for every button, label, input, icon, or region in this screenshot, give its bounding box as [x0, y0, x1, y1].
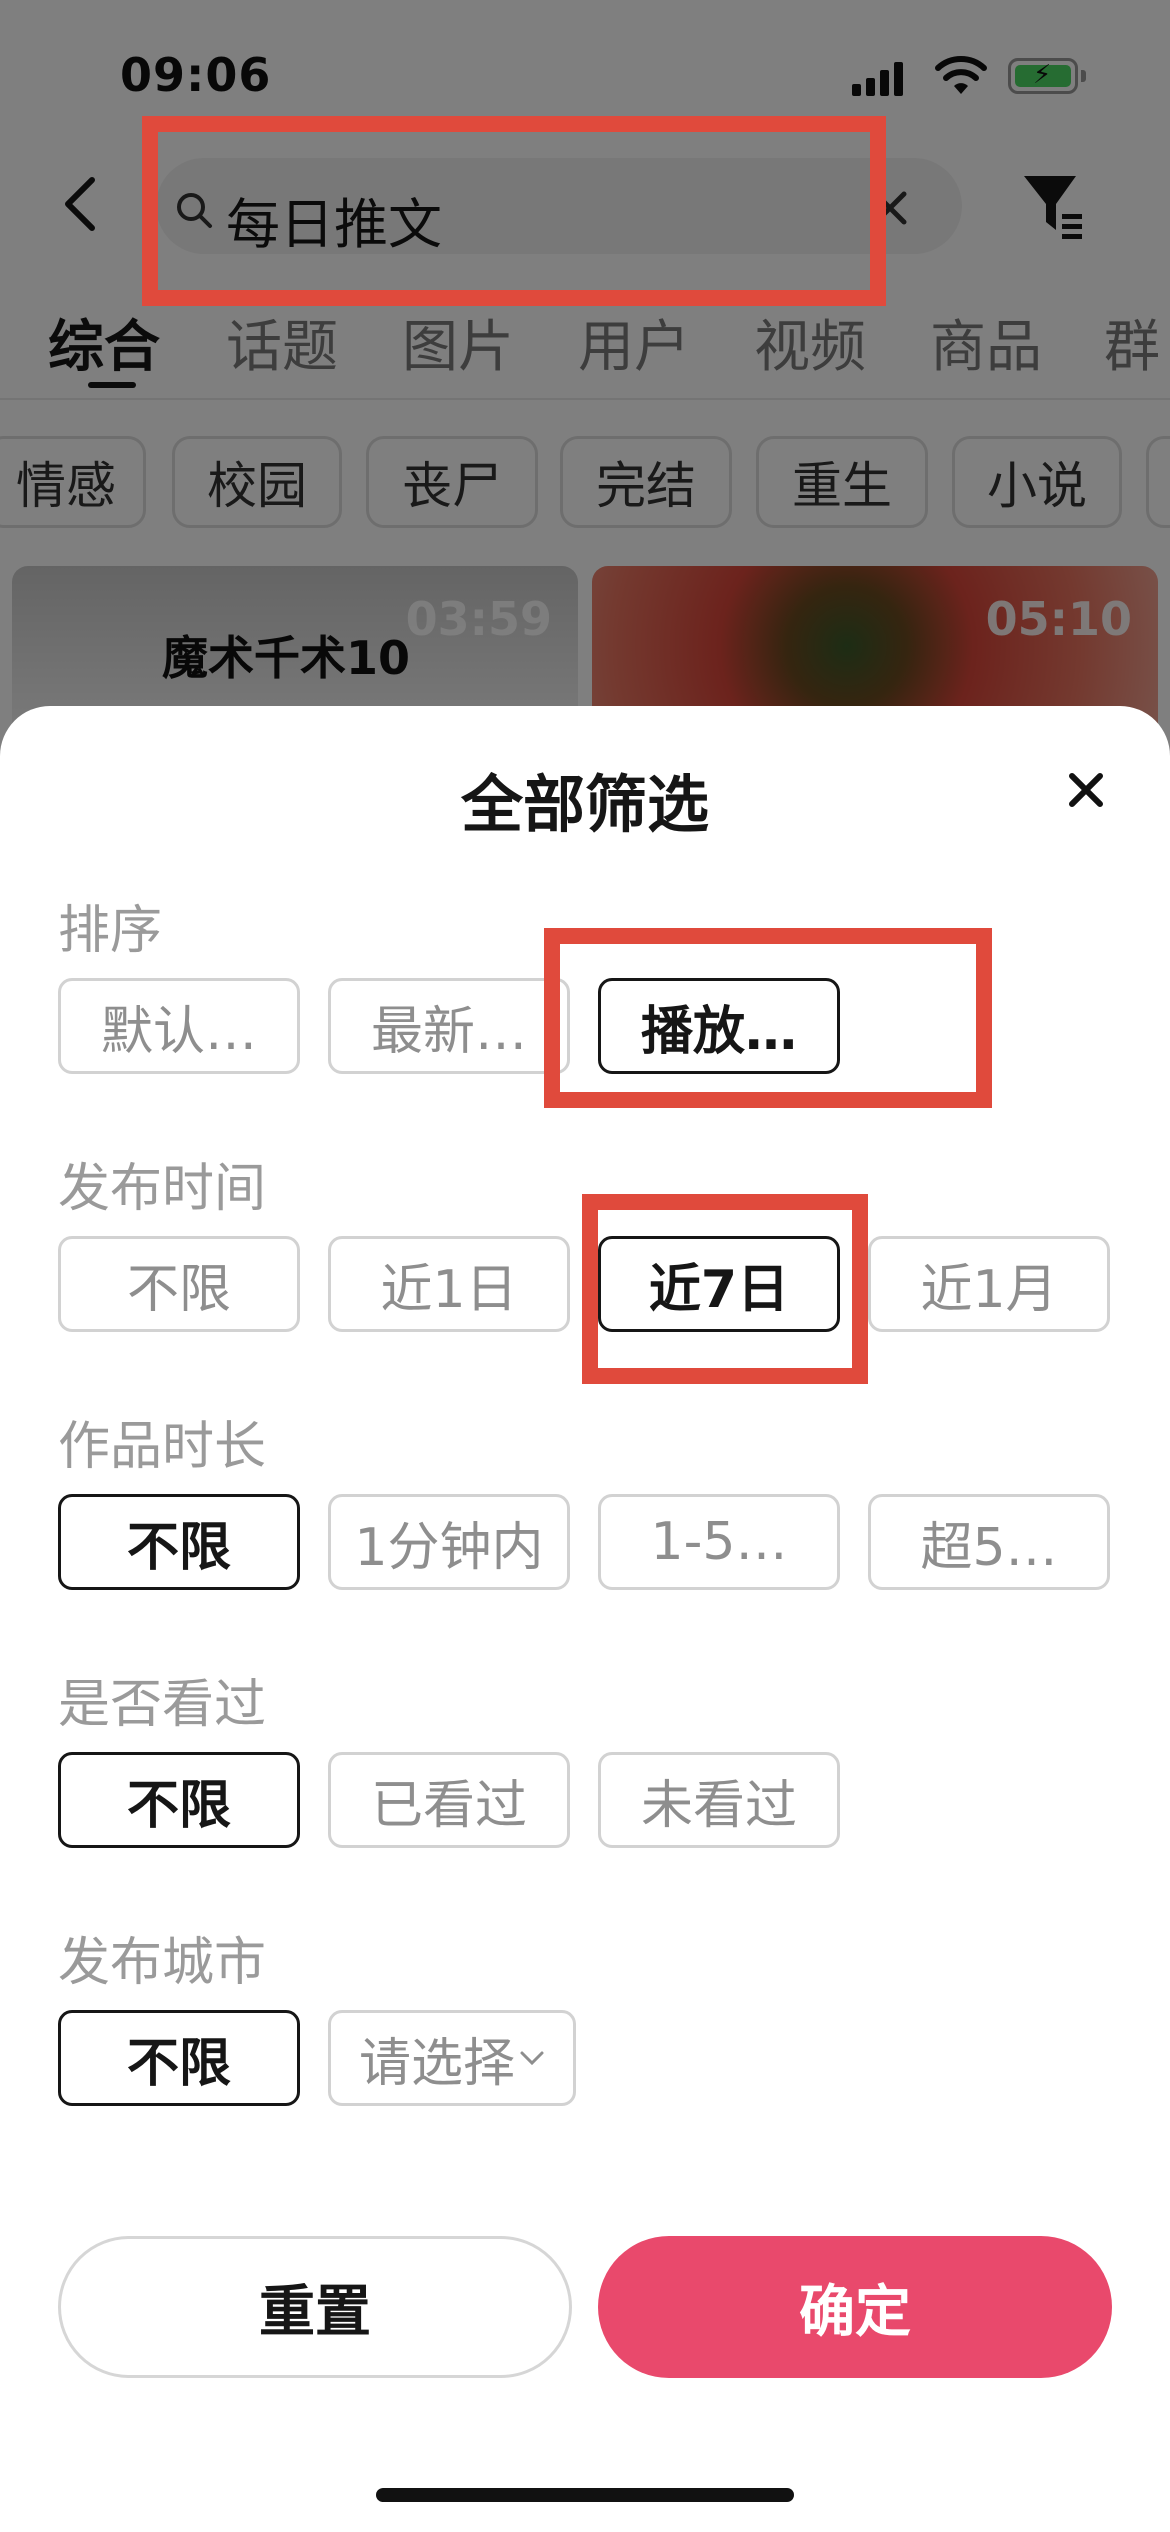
duration-option-unlimited[interactable]: 不限 [58, 1494, 300, 1590]
time-option-1day[interactable]: 近1日 [328, 1236, 570, 1332]
sort-option-plays[interactable]: 播放… [598, 978, 840, 1074]
section-label-publish-time: 发布时间 [58, 1159, 267, 1219]
section-label-watched: 是否看过 [58, 1675, 267, 1735]
watched-option-seen[interactable]: 已看过 [328, 1752, 570, 1848]
city-select-dropdown[interactable]: 请选择 [328, 2010, 576, 2106]
confirm-button[interactable]: 确定 [598, 2236, 1112, 2378]
reset-button[interactable]: 重置 [58, 2236, 572, 2378]
filter-sheet: 全部筛选 排序 默认… 最新… 播放… 发布时间 不限 近1日 近7日 近1月 … [0, 706, 1170, 2532]
watched-option-unseen[interactable]: 未看过 [598, 1752, 840, 1848]
chevron-down-icon [520, 2051, 544, 2066]
section-label-sort: 排序 [58, 901, 163, 961]
duration-option-over-5min[interactable]: 超5… [868, 1494, 1110, 1590]
section-label-duration: 作品时长 [58, 1417, 267, 1477]
sort-option-default[interactable]: 默认… [58, 978, 300, 1074]
close-icon[interactable] [1064, 768, 1108, 812]
watched-option-unlimited[interactable]: 不限 [58, 1752, 300, 1848]
time-option-7days[interactable]: 近7日 [598, 1236, 840, 1332]
home-indicator [376, 2488, 794, 2502]
time-option-unlimited[interactable]: 不限 [58, 1236, 300, 1332]
city-select-label: 请选择 [358, 2033, 515, 2094]
duration-option-1-5min[interactable]: 1-5… [598, 1494, 840, 1590]
duration-option-under-1min[interactable]: 1分钟内 [328, 1494, 570, 1590]
section-label-city: 发布城市 [58, 1933, 267, 1993]
city-option-unlimited[interactable]: 不限 [58, 2010, 300, 2106]
sheet-title: 全部筛选 [460, 768, 709, 841]
sort-option-newest[interactable]: 最新… [328, 978, 570, 1074]
time-option-1month[interactable]: 近1月 [868, 1236, 1110, 1332]
